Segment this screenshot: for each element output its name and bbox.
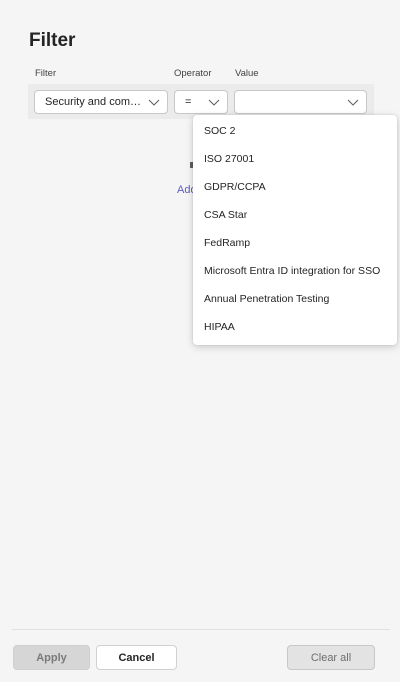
operator-column-label: Operator: [174, 68, 212, 79]
clear-all-button[interactable]: Clear all: [287, 645, 375, 670]
operator-select[interactable]: =: [174, 90, 228, 114]
filter-field-select[interactable]: Security and compl...: [34, 90, 168, 114]
dropdown-option[interactable]: HIPAA: [193, 313, 397, 341]
filter-panel: Filter Filter Operator Value Security an…: [0, 0, 400, 682]
value-column-label: Value: [235, 68, 259, 79]
dropdown-option[interactable]: Microsoft Entra ID integration for SSO: [193, 257, 397, 285]
filter-field-value: Security and compl...: [45, 96, 143, 108]
dropdown-option[interactable]: ISO 27001: [193, 145, 397, 173]
dropdown-option[interactable]: Annual Penetration Testing: [193, 285, 397, 313]
dropdown-option[interactable]: CSA Star: [193, 201, 397, 229]
cancel-button[interactable]: Cancel: [96, 645, 177, 670]
panel-title: Filter: [29, 30, 76, 51]
value-select[interactable]: [234, 90, 367, 114]
dropdown-option[interactable]: GDPR/CCPA: [193, 173, 397, 201]
filter-column-label: Filter: [35, 68, 57, 79]
value-dropdown-menu: SOC 2 ISO 27001 GDPR/CCPA CSA Star FedRa…: [193, 115, 397, 345]
dropdown-option[interactable]: SOC 2: [193, 117, 397, 145]
operator-value: =: [185, 96, 192, 108]
chevron-down-icon: [208, 99, 220, 106]
footer-divider: [12, 629, 390, 630]
dropdown-option[interactable]: FedRamp: [193, 229, 397, 257]
chevron-down-icon: [148, 99, 160, 106]
apply-button[interactable]: Apply: [13, 645, 90, 670]
chevron-down-icon: [347, 99, 359, 106]
